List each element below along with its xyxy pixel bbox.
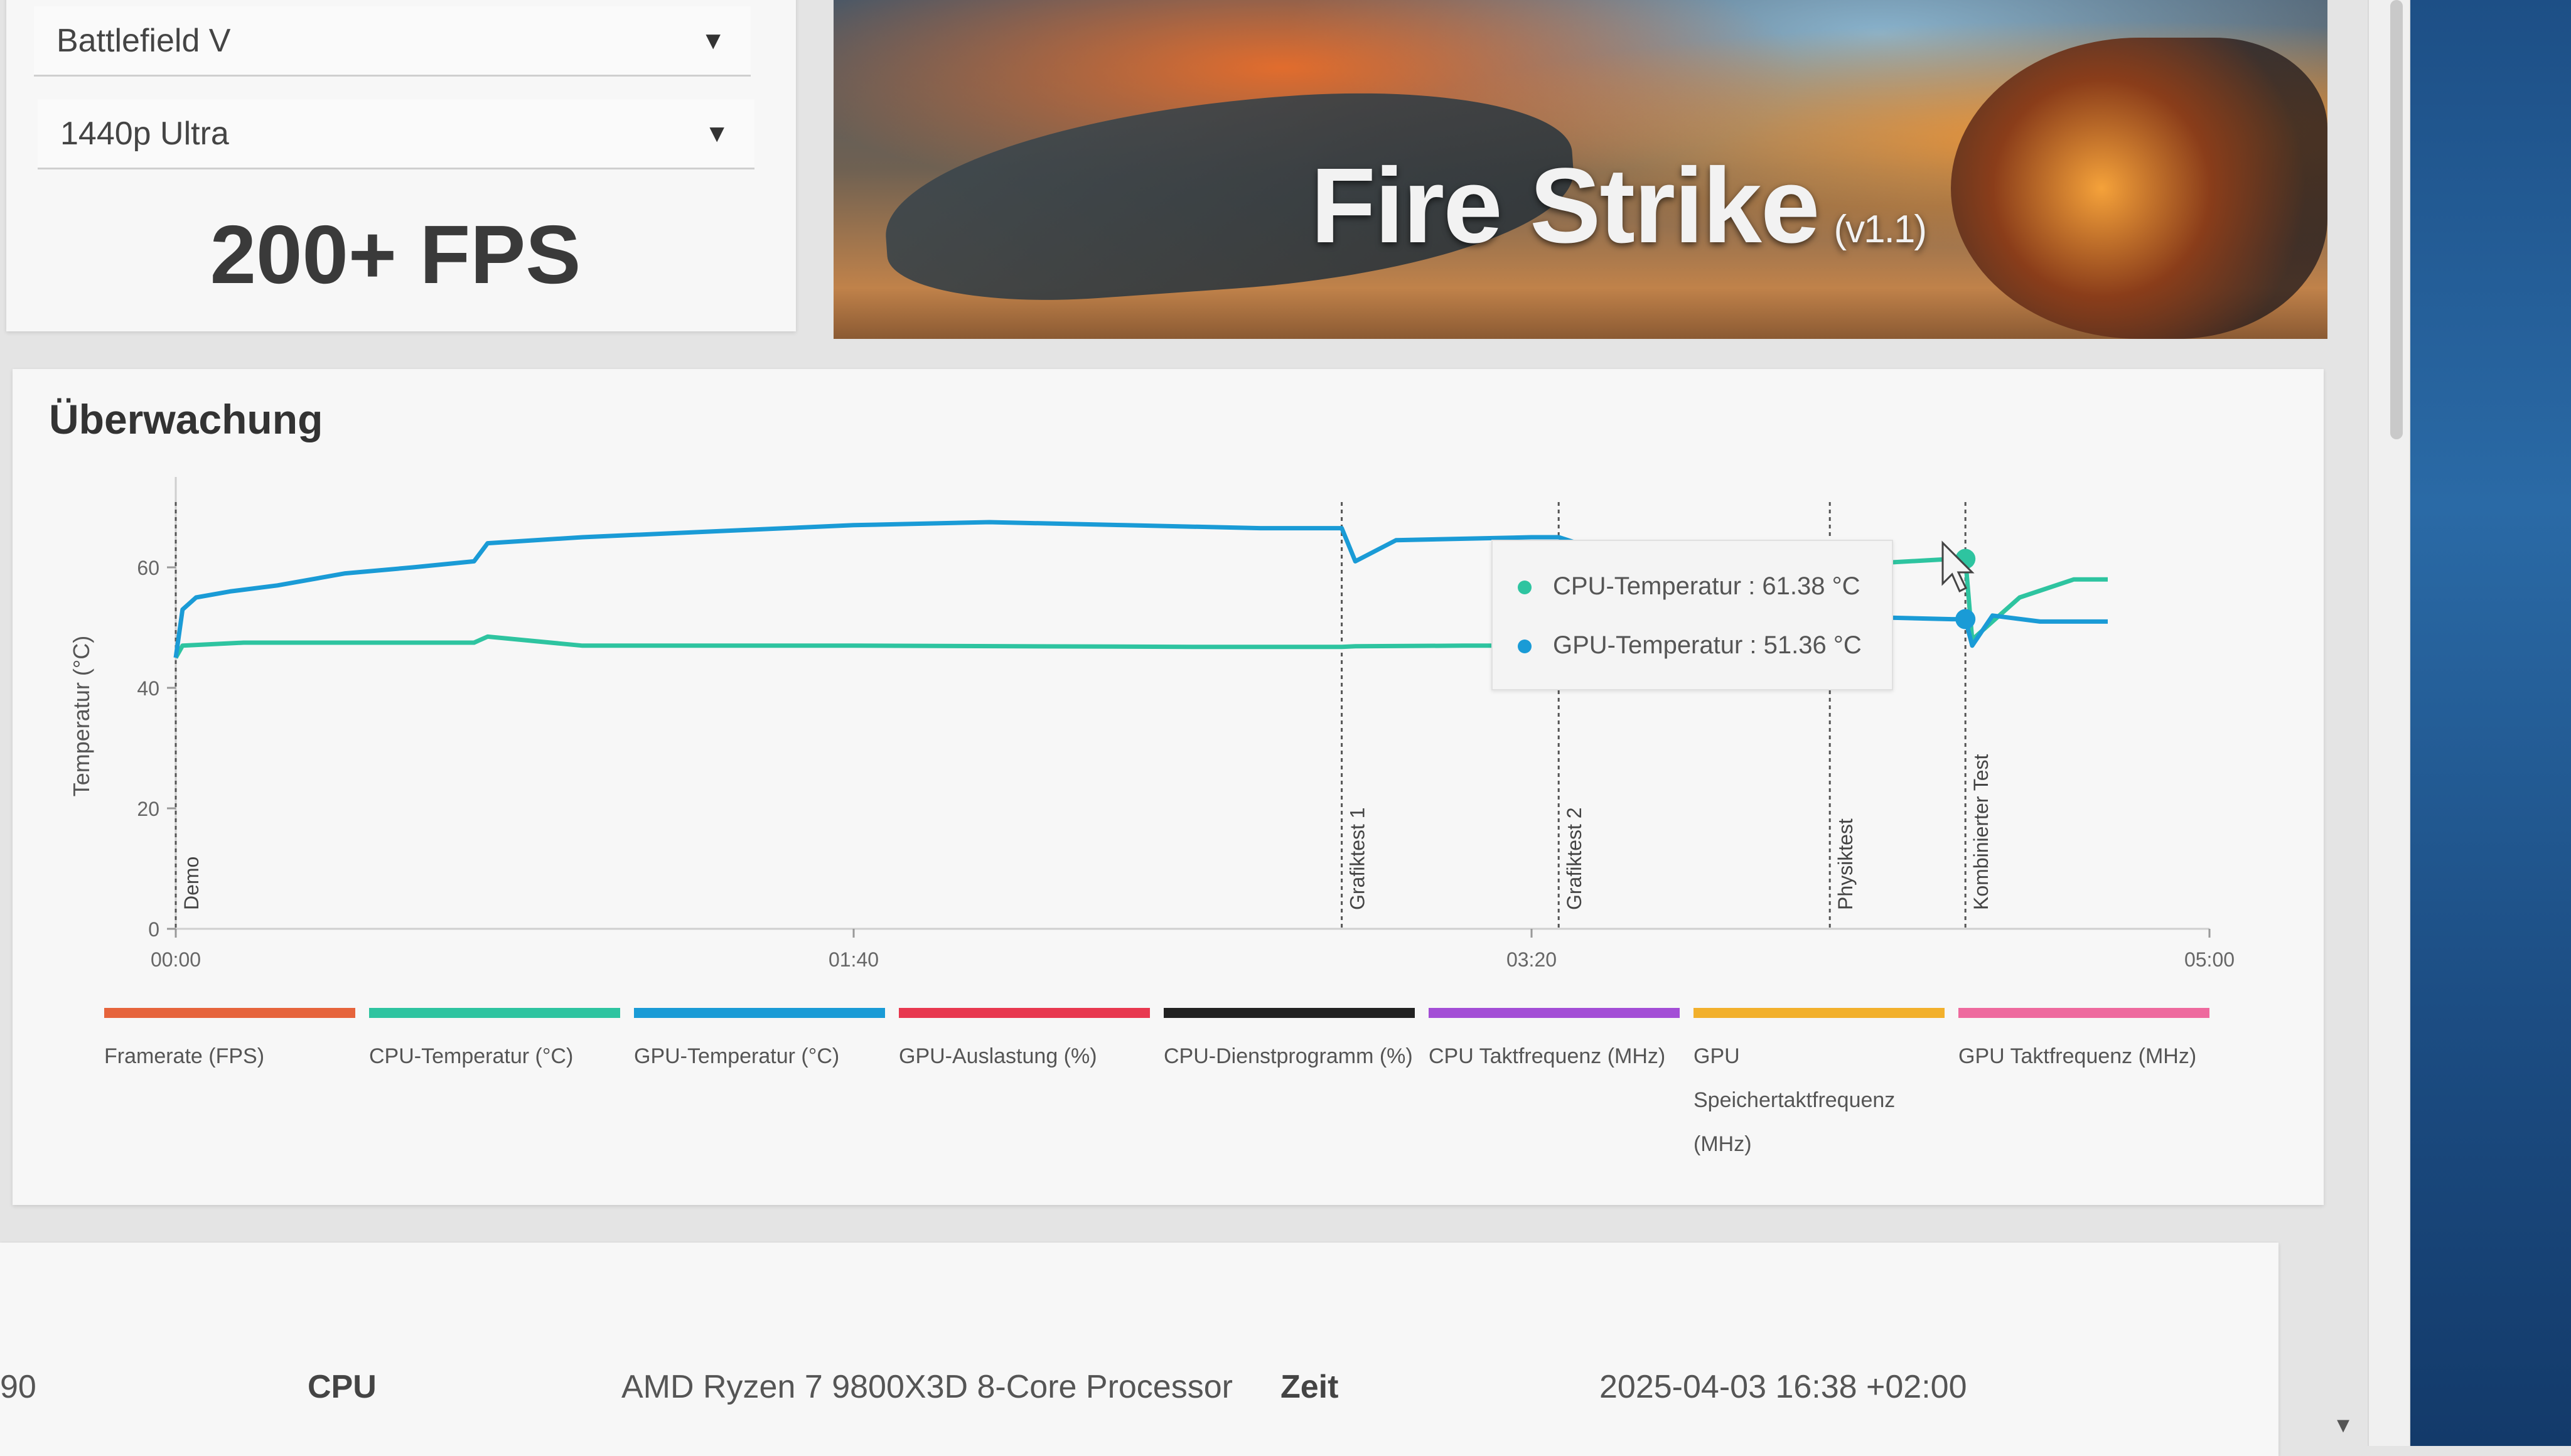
hover-point	[1955, 609, 1976, 629]
x-tick-label: 01:40	[829, 948, 879, 971]
tooltip-row-gpu: GPU-Temperatur : 51.36 °C	[1518, 631, 1862, 660]
legend-label: GPU-Temperatur (°C)	[634, 1044, 840, 1068]
time-label: Zeit	[1280, 1369, 1339, 1405]
legend-color-swatch	[104, 1008, 355, 1018]
chart-tooltip: CPU-Temperatur : 61.38 °C GPU-Temperatur…	[1491, 540, 1893, 690]
legend-label: GPU-Auslastung (%)	[899, 1044, 1097, 1068]
legend-label: CPU-Dienstprogramm (%)	[1164, 1044, 1413, 1068]
phase-marker-label: Physiktest	[1834, 818, 1857, 910]
legend-color-swatch	[369, 1008, 620, 1018]
legend-label: CPU-Temperatur (°C)	[369, 1044, 574, 1068]
legend-item[interactable]: GPU-Temperatur (°C)	[634, 1008, 885, 1078]
mouse-cursor-icon	[1941, 540, 1975, 593]
cpu-value: AMD Ryzen 7 9800X3D 8-Core Processor	[621, 1369, 1233, 1405]
x-tick-label: 05:00	[2184, 948, 2235, 971]
details-partial-value: 90	[0, 1369, 36, 1405]
legend-label: Framerate (FPS)	[104, 1044, 265, 1068]
temperature-chart: 0 20 40 60 00:00 01:40 03:20 05:00 Demo Grafikte…	[137, 477, 2235, 971]
legend-item[interactable]: GPU-Auslastung (%)	[899, 1008, 1150, 1078]
y-tick-label: 20	[137, 798, 159, 820]
x-tick-label: 00:00	[151, 948, 201, 971]
y-tick-label: 40	[137, 677, 159, 700]
y-tick-label: 60	[137, 557, 159, 579]
tooltip-cpu-text: CPU-Temperatur : 61.38 °C	[1553, 572, 1860, 600]
legend-color-swatch	[1958, 1008, 2209, 1018]
y-tick-label: 0	[148, 918, 159, 941]
gpu-dot-icon	[1518, 640, 1532, 654]
legend-item[interactable]: CPU-Temperatur (°C)	[369, 1008, 620, 1078]
y-axis-label: Temperatur (°C)	[68, 635, 94, 797]
phase-marker-label: Grafiktest 1	[1346, 807, 1369, 910]
cpu-dot-icon	[1518, 581, 1532, 595]
legend-color-swatch	[1693, 1008, 1945, 1018]
phase-marker-label: Demo	[180, 857, 203, 910]
phase-marker-label: Kombinierter Test	[1970, 754, 1992, 910]
details-card	[0, 1243, 2278, 1456]
legend-color-swatch	[1164, 1008, 1415, 1018]
cpu-label: CPU	[308, 1369, 377, 1405]
legend-item[interactable]: CPU-Dienstprogramm (%)	[1164, 1008, 1415, 1078]
legend-item[interactable]: GPU Speichertaktfrequenz (MHz)	[1693, 1008, 1945, 1166]
tooltip-gpu-text: GPU-Temperatur : 51.36 °C	[1553, 631, 1862, 659]
tooltip-row-cpu: CPU-Temperatur : 61.38 °C	[1518, 572, 1860, 601]
legend-color-swatch	[634, 1008, 885, 1018]
legend-label: GPU Taktfrequenz (MHz)	[1958, 1044, 2197, 1068]
legend-color-swatch	[1429, 1008, 1680, 1018]
legend-item[interactable]: GPU Taktfrequenz (MHz)	[1958, 1008, 2209, 1078]
x-tick-label: 03:20	[1506, 948, 1557, 971]
legend-item[interactable]: Framerate (FPS)	[104, 1008, 355, 1078]
legend-item[interactable]: CPU Taktfrequenz (MHz)	[1429, 1008, 1680, 1078]
legend-label: GPU Speichertaktfrequenz (MHz)	[1693, 1044, 1896, 1156]
legend-label: CPU Taktfrequenz (MHz)	[1429, 1044, 1666, 1068]
legend-color-swatch	[899, 1008, 1150, 1018]
phase-marker-label: Grafiktest 2	[1563, 807, 1586, 910]
time-value: 2025-04-03 16:38 +02:00	[1599, 1369, 1967, 1405]
